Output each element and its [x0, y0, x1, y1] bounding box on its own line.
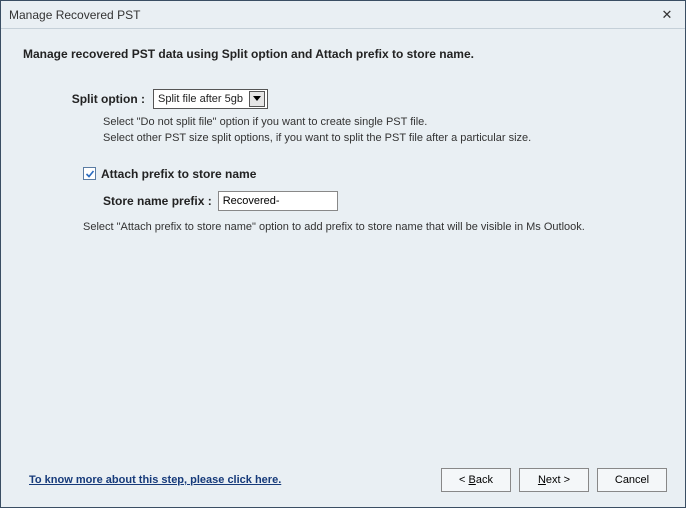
check-icon: [85, 169, 95, 179]
window-title: Manage Recovered PST: [9, 8, 657, 22]
titlebar: Manage Recovered PST ✕: [1, 1, 685, 29]
help-link[interactable]: To know more about this step, please cli…: [29, 474, 433, 486]
attach-prefix-checkbox[interactable]: [83, 167, 96, 180]
cancel-button[interactable]: Cancel: [597, 468, 667, 492]
split-option-row: Split option : Split file after 5gb: [23, 89, 663, 109]
prefix-hint: Select "Attach prefix to store name" opt…: [83, 221, 663, 233]
split-hint-line2: Select other PST size split options, if …: [103, 131, 663, 147]
footer: To know more about this step, please cli…: [1, 459, 685, 507]
split-option-label: Split option :: [23, 92, 153, 106]
back-button[interactable]: < Back: [441, 468, 511, 492]
split-hint: Select "Do not split file" option if you…: [103, 115, 663, 147]
store-prefix-label: Store name prefix :: [103, 194, 212, 208]
split-option-select[interactable]: Split file after 5gb: [153, 89, 268, 109]
prefix-input-row: Store name prefix :: [103, 191, 663, 211]
chevron-down-icon: [249, 91, 265, 107]
attach-prefix-label: Attach prefix to store name: [101, 167, 256, 181]
split-option-value: Split file after 5gb: [158, 93, 249, 105]
content-area: Manage recovered PST data using Split op…: [1, 29, 685, 459]
next-button[interactable]: Next >: [519, 468, 589, 492]
page-heading: Manage recovered PST data using Split op…: [23, 47, 663, 61]
attach-prefix-row: Attach prefix to store name: [83, 167, 663, 181]
split-hint-line1: Select "Do not split file" option if you…: [103, 115, 663, 131]
close-icon[interactable]: ✕: [657, 5, 677, 25]
store-prefix-input[interactable]: [218, 191, 338, 211]
dialog-window: Manage Recovered PST ✕ Manage recovered …: [0, 0, 686, 508]
